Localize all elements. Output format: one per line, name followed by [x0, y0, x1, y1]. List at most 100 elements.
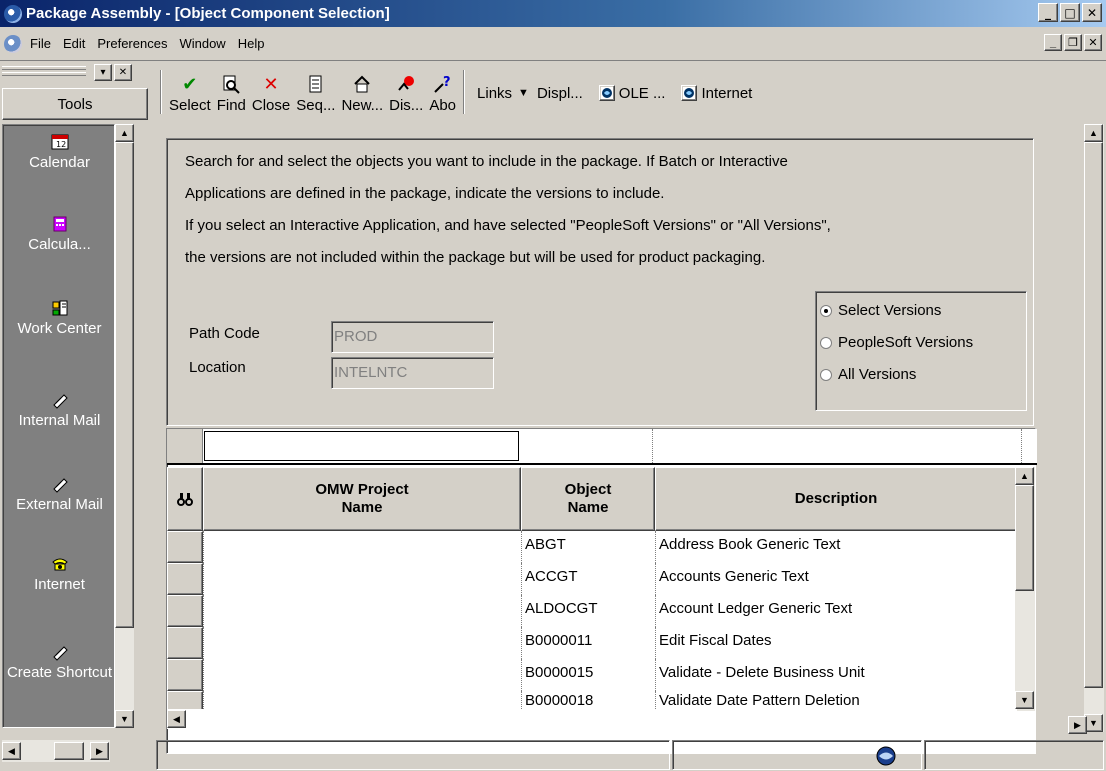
links-menu[interactable]: Links ▼: [469, 68, 537, 118]
about-button[interactable]: ? Abo: [426, 68, 459, 118]
row-selector[interactable]: [167, 627, 203, 659]
qbe-description-input[interactable]: [654, 429, 1022, 463]
table-row[interactable]: ACCGT Accounts Generic Text: [167, 563, 1017, 595]
form-vertical-scrollbar[interactable]: ▲ ▼: [1084, 124, 1104, 732]
scroll-down-icon[interactable]: ▼: [115, 710, 134, 728]
row-selector[interactable]: [167, 595, 203, 627]
dis-button[interactable]: Dis...: [386, 68, 426, 118]
grid-vertical-scrollbar[interactable]: ▲ ▼: [1015, 467, 1035, 711]
select-button[interactable]: ✔ Select: [166, 68, 214, 118]
new-button[interactable]: New...: [338, 68, 386, 118]
table-row[interactable]: B0000018 Validate Date Pattern Deletion: [167, 691, 1017, 709]
mdi-close-button[interactable]: ✕: [1084, 34, 1102, 51]
menu-preferences[interactable]: Preferences: [91, 36, 173, 51]
svg-text:12: 12: [56, 140, 66, 149]
location-field[interactable]: INTELNTC: [331, 357, 494, 389]
scroll-up-icon[interactable]: ▲: [115, 124, 134, 142]
instruction-line: the versions are not included within the…: [185, 249, 766, 266]
scroll-down-icon[interactable]: ▼: [1015, 691, 1034, 709]
shortcut-icon: [51, 643, 69, 661]
column-header-project[interactable]: OMW Project Name: [203, 467, 521, 531]
tool-label: External Mail: [16, 496, 103, 513]
tools-minimize-icon[interactable]: ▾: [94, 64, 112, 81]
scroll-right-icon[interactable]: ▶: [90, 742, 109, 760]
tools-vertical-scrollbar[interactable]: ▲ ▼: [115, 124, 134, 728]
menu-file[interactable]: File: [24, 36, 57, 51]
close-button[interactable]: ✕ Close: [249, 68, 293, 118]
select-versions-radio[interactable]: Select Versions: [820, 302, 941, 319]
row-selector[interactable]: [167, 659, 203, 691]
main-form: ✔ Select Find ✕ Close Seq... New... Dis.…: [156, 62, 1106, 771]
path-code-field[interactable]: PROD: [331, 321, 494, 353]
qbe-object-input[interactable]: [521, 429, 653, 463]
display-menu[interactable]: Displ...: [537, 68, 591, 118]
scroll-up-icon[interactable]: ▲: [1015, 467, 1034, 485]
tool-calculator[interactable]: Calcula...: [3, 215, 116, 254]
toolbar-grip[interactable]: [2, 72, 86, 76]
seq-button[interactable]: Seq...: [293, 68, 338, 118]
header-form: Search for and select the objects you wa…: [166, 138, 1034, 426]
mdi-restore-button[interactable]: ❐: [1064, 34, 1082, 51]
tools-list: 12 Calendar Calcula... Work Center Inter…: [2, 124, 115, 728]
all-versions-radio[interactable]: All Versions: [820, 366, 916, 383]
tools-horizontal-scrollbar[interactable]: ◀ ▶: [2, 740, 110, 762]
table-row[interactable]: B0000011 Edit Fiscal Dates: [167, 627, 1017, 659]
toolbar-grip[interactable]: [2, 66, 86, 70]
versions-radio-group: Select Versions PeopleSoft Versions All …: [815, 291, 1027, 411]
grid-header: OMW Project Name Object Name Description: [167, 467, 1017, 531]
radio-button[interactable]: [820, 336, 832, 349]
document-icon[interactable]: [4, 34, 22, 53]
tool-calendar[interactable]: 12 Calendar: [3, 133, 116, 172]
close-window-button[interactable]: ✕: [1082, 3, 1102, 22]
scroll-thumb[interactable]: [54, 742, 84, 760]
ole-link[interactable]: OLE ...: [591, 68, 674, 118]
scroll-up-icon[interactable]: ▲: [1084, 124, 1103, 142]
calendar-icon: 12: [51, 133, 69, 151]
internet-link[interactable]: Internet: [673, 68, 760, 118]
minimize-button[interactable]: _: [1038, 3, 1058, 22]
tools-close-icon[interactable]: ✕: [114, 64, 132, 81]
scroll-thumb[interactable]: [1084, 142, 1103, 688]
column-header-description[interactable]: Description: [655, 467, 1017, 531]
scroll-thumb[interactable]: [1015, 485, 1034, 591]
radio-button[interactable]: [820, 304, 832, 317]
tools-header[interactable]: Tools: [2, 88, 148, 120]
column-header-object[interactable]: Object Name: [521, 467, 655, 531]
row-selector[interactable]: [167, 563, 203, 595]
peoplesoft-versions-radio[interactable]: PeopleSoft Versions: [820, 334, 973, 351]
status-panel: [672, 740, 922, 770]
row-selector[interactable]: [167, 531, 203, 563]
tool-internal-mail[interactable]: Internal Mail: [3, 391, 116, 430]
status-bar: [156, 738, 1106, 771]
menu-edit[interactable]: Edit: [57, 36, 91, 51]
query-by-example-row: [167, 429, 1037, 465]
menu-window[interactable]: Window: [173, 36, 231, 51]
menu-help[interactable]: Help: [232, 36, 271, 51]
grid-horizontal-scrollbar[interactable]: ◀: [167, 709, 1017, 729]
tool-internet[interactable]: Internet: [3, 555, 116, 594]
tool-work-center[interactable]: Work Center: [3, 299, 116, 338]
table-row[interactable]: B0000015 Validate - Delete Business Unit: [167, 659, 1017, 691]
tool-label: Internal Mail: [18, 412, 101, 429]
table-row[interactable]: ALDOCGT Account Ledger Generic Text: [167, 595, 1017, 627]
instruction-line: Search for and select the objects you wa…: [185, 153, 788, 170]
tool-external-mail[interactable]: External Mail: [3, 475, 116, 514]
form-toolbar: ✔ Select Find ✕ Close Seq... New... Dis.…: [160, 66, 760, 118]
table-row[interactable]: ABGT Address Book Generic Text: [167, 531, 1017, 563]
window-title: Package Assembly - [Object Component Sel…: [26, 5, 390, 22]
binoculars-icon[interactable]: [167, 467, 203, 531]
scroll-left-icon[interactable]: ◀: [2, 742, 21, 760]
scroll-right-icon[interactable]: ▶: [1068, 716, 1087, 734]
find-button[interactable]: Find: [214, 68, 249, 118]
mdi-minimize-button[interactable]: _: [1044, 34, 1062, 51]
qbe-project-input[interactable]: [204, 431, 519, 461]
radio-button[interactable]: [820, 368, 832, 381]
tool-create-shortcut[interactable]: Create Shortcut: [3, 643, 116, 682]
mail-icon: [51, 475, 69, 493]
scroll-left-icon[interactable]: ◀: [167, 710, 186, 728]
maximize-button[interactable]: □: [1060, 3, 1080, 22]
scroll-thumb[interactable]: [115, 142, 134, 628]
row-selector[interactable]: [167, 691, 203, 709]
instruction-line: If you select an Interactive Application…: [185, 217, 831, 234]
title-bar: Package Assembly - [Object Component Sel…: [0, 0, 1106, 27]
